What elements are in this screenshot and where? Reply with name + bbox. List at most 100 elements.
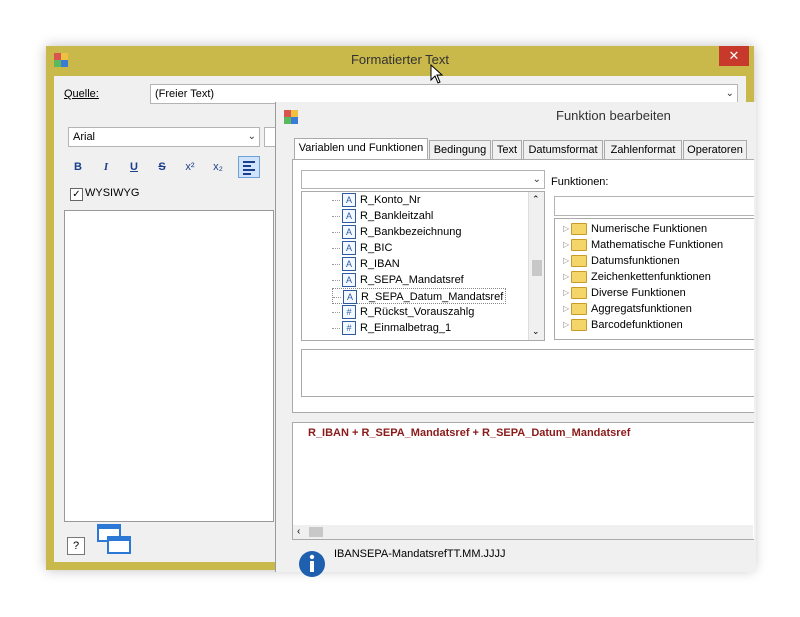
align-left-button[interactable]: [238, 156, 260, 178]
number-variable-icon: #: [342, 305, 356, 320]
function-group-item[interactable]: ▷ Diverse Funktionen: [563, 285, 723, 301]
number-variable-icon: #: [342, 321, 356, 336]
variable-item[interactable]: A R_Bankbezeichnung: [332, 224, 506, 240]
text-variable-icon: A: [342, 257, 356, 272]
scroll-left-icon[interactable]: ‹: [297, 525, 300, 539]
text-variable-icon: A: [342, 273, 356, 288]
function-group-item[interactable]: ▷ Zeichenkettenfunktionen: [563, 269, 723, 285]
source-label: Quelle:: [64, 88, 99, 100]
font-value: Arial: [73, 131, 96, 143]
scroll-down-icon[interactable]: ⌄: [532, 326, 540, 337]
text-variable-icon: A: [342, 241, 356, 256]
chevron-down-icon: ⌄: [532, 174, 541, 185]
folder-icon: [571, 255, 587, 268]
variable-label: R_IBAN: [360, 258, 400, 270]
text-variable-icon: A: [342, 225, 356, 240]
expand-icon[interactable]: ▷: [563, 317, 571, 333]
function-group-item[interactable]: ▷ Numerische Funktionen: [563, 221, 723, 237]
folder-icon: [571, 223, 587, 236]
underline-button[interactable]: U: [124, 158, 144, 176]
tab-variables-functions[interactable]: Variablen und Funktionen: [294, 138, 428, 160]
variable-category-combo[interactable]: ⌄: [301, 170, 545, 189]
variable-label: R_Rückst_Vorauszahlg: [360, 306, 475, 318]
folder-icon: [571, 239, 587, 252]
variable-label: R_BIC: [360, 242, 393, 254]
scroll-up-icon[interactable]: ⌃: [532, 194, 540, 205]
expand-icon[interactable]: ▷: [563, 301, 571, 317]
description-box: [301, 349, 754, 397]
variable-item[interactable]: A R_SEPA_Mandatsref: [332, 272, 506, 288]
wysiwyg-checkbox[interactable]: ✓: [70, 188, 83, 201]
tab-text[interactable]: Text: [492, 140, 522, 159]
expression-text: R_IBAN + R_SEPA_Mandatsref + R_SEPA_Datu…: [308, 427, 631, 439]
tree-connector: [332, 247, 340, 249]
tab-operators[interactable]: Operatoren: [683, 140, 747, 159]
tree-connector: [332, 199, 340, 201]
expand-icon[interactable]: ▷: [563, 269, 571, 285]
subscript-button[interactable]: x₂: [208, 158, 228, 176]
tree-connector: [332, 327, 340, 329]
folder-icon: [571, 271, 587, 284]
variable-label: R_Bankbezeichnung: [360, 226, 462, 238]
variable-item[interactable]: # R_Einmalbetrag_1: [332, 320, 506, 336]
italic-button[interactable]: I: [96, 158, 116, 176]
expression-hscrollbar[interactable]: ‹: [293, 525, 753, 539]
tree-connector: [333, 296, 341, 298]
variable-item[interactable]: A R_BIC: [332, 240, 506, 256]
variable-item[interactable]: A R_Bankleitzahl: [332, 208, 506, 224]
expand-icon[interactable]: ▷: [563, 253, 571, 269]
variable-item[interactable]: A R_IBAN: [332, 256, 506, 272]
tree-connector: [332, 279, 340, 281]
function-group-item[interactable]: ▷ Aggregatsfunktionen: [563, 301, 723, 317]
expand-icon[interactable]: ▷: [563, 237, 571, 253]
function-group-label: Aggregatsfunktionen: [591, 303, 692, 315]
scrollbar-thumb[interactable]: [532, 260, 542, 276]
function-group-label: Barcodefunktionen: [591, 319, 683, 331]
tree-connector: [332, 311, 340, 313]
variables-scrollbar[interactable]: ⌃ ⌄: [528, 192, 544, 340]
function-group-label: Datumsfunktionen: [591, 255, 680, 267]
close-button[interactable]: ✕: [719, 46, 749, 66]
chevron-down-icon: ⌄: [247, 131, 256, 142]
expand-icon[interactable]: ▷: [563, 221, 571, 237]
wysiwyg-label: WYSIWYG: [85, 187, 140, 199]
tab-date-format[interactable]: Datumsformat: [523, 140, 603, 159]
folder-icon: [571, 319, 587, 332]
bold-button[interactable]: B: [68, 158, 88, 176]
superscript-button[interactable]: x²: [180, 158, 200, 176]
function-group-item[interactable]: ▷ Datumsfunktionen: [563, 253, 723, 269]
chevron-down-icon: ⌄: [725, 88, 734, 99]
variables-list[interactable]: A R_Konto_Nr A R_Bankleitzahl A R_Bankbezeich…: [301, 191, 545, 341]
variable-label: R_SEPA_Datum_Mandatsref: [361, 291, 504, 303]
variable-label: R_SEPA_Mandatsref: [360, 274, 464, 286]
text-variable-icon: A: [343, 290, 357, 305]
function-group-item[interactable]: ▷ Barcodefunktionen: [563, 317, 723, 333]
strikethrough-button[interactable]: S: [152, 158, 172, 176]
mouse-cursor-icon: [430, 63, 444, 87]
tab-condition[interactable]: Bedingung: [429, 140, 491, 159]
expand-icon[interactable]: ▷: [563, 285, 571, 301]
functions-tree[interactable]: ▷ Numerische Funktionen ▷ Mathematische Fun…: [554, 218, 754, 340]
help-button[interactable]: ?: [67, 537, 85, 555]
tab-number-format[interactable]: Zahlenformat: [604, 140, 682, 159]
variable-item[interactable]: A R_Konto_Nr: [332, 192, 506, 208]
windows-icon[interactable]: [97, 524, 133, 559]
tree-connector: [332, 231, 340, 233]
variable-item[interactable]: A R_SEPA_Datum_Mandatsref: [332, 288, 507, 305]
text-editor[interactable]: [64, 210, 274, 522]
function-group-label: Diverse Funktionen: [591, 287, 686, 299]
source-combo[interactable]: (Freier Text) ⌄: [150, 84, 738, 104]
functions-search-input[interactable]: [554, 196, 754, 216]
function-group-label: Mathematische Funktionen: [591, 239, 724, 251]
function-group-item[interactable]: ▷ Mathematische Funktionen: [563, 237, 723, 253]
variable-item[interactable]: # R_Rückst_Vorauszahlg: [332, 304, 506, 320]
font-combo[interactable]: Arial ⌄: [68, 127, 260, 147]
preview-text: IBANSEPA-MandatsrefTT.MM.JJJJ: [334, 548, 506, 560]
function-group-label: Zeichenkettenfunktionen: [591, 271, 711, 283]
scrollbar-thumb[interactable]: [309, 527, 323, 537]
align-left-icon: [243, 161, 255, 175]
help-icon: ?: [72, 540, 80, 552]
text-variable-icon: A: [342, 193, 356, 208]
info-icon: [298, 550, 326, 581]
expression-editor[interactable]: R_IBAN + R_SEPA_Mandatsref + R_SEPA_Datu…: [292, 422, 754, 540]
